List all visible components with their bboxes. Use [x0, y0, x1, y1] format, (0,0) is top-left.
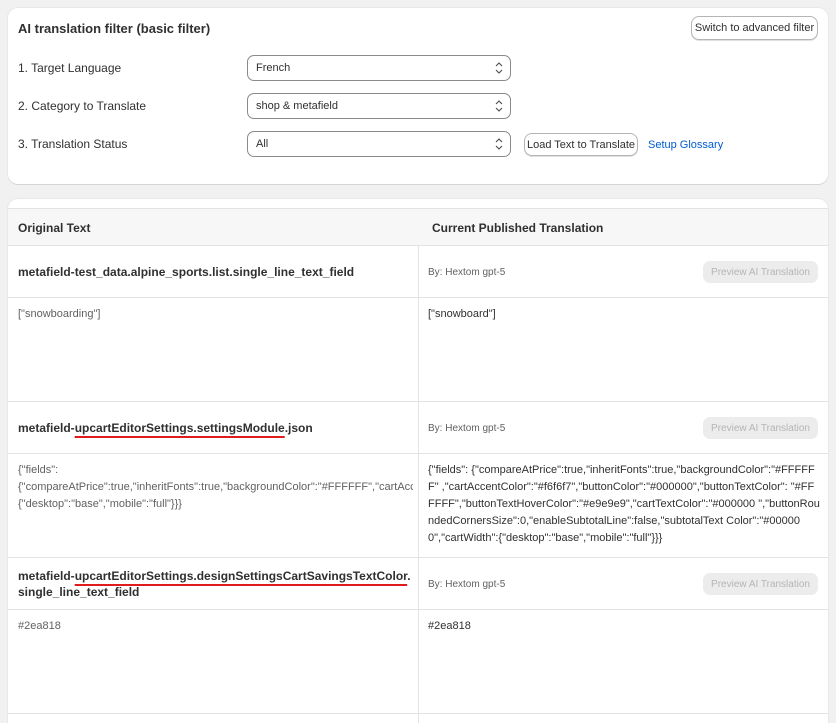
translation-source: By: Hextom gpt-5: [428, 579, 506, 590]
translation-status-select[interactable]: All: [247, 131, 511, 157]
translation-source: By: Hextom gpt-5: [428, 267, 506, 278]
translation-text[interactable]: {"fields": {"compareAtPrice":true,"inher…: [428, 462, 820, 556]
row-divider: [8, 401, 828, 402]
row-divider: [8, 297, 828, 298]
filter-title: AI translation filter (basic filter): [18, 21, 211, 36]
target-language-select[interactable]: French: [247, 55, 511, 81]
column-divider: [418, 246, 419, 723]
translation-table: Original Text Current Published Translat…: [8, 199, 828, 723]
row-divider: [8, 557, 828, 558]
select-chevron-icon: [495, 62, 503, 74]
setup-glossary-link[interactable]: Setup Glossary: [648, 139, 723, 151]
select-chevron-icon: [495, 138, 503, 150]
category-value: shop & metafield: [256, 100, 338, 112]
category-select[interactable]: shop & metafield: [247, 93, 511, 119]
select-chevron-icon: [495, 100, 503, 112]
filter-card: AI translation filter (basic filter) Swi…: [8, 8, 828, 184]
translation-source: By: Hextom gpt-5: [428, 423, 506, 434]
item-key: metafield-upcartEditorSettings.designSet…: [18, 569, 411, 599]
translation-status-label: 3. Translation Status: [18, 137, 128, 151]
item-key: metafield-upcartEditorSettings.settingsM…: [18, 421, 313, 435]
column-published-translation: Current Published Translation: [432, 221, 604, 235]
table-header: Original Text Current Published Translat…: [8, 208, 828, 246]
original-text: {"fields": {"compareAtPrice":true,"inher…: [18, 464, 413, 510]
category-label: 2. Category to Translate: [18, 99, 147, 113]
switch-advanced-filter-button[interactable]: Switch to advanced filter: [691, 16, 818, 40]
original-text: #2ea818: [18, 620, 61, 632]
preview-ai-translation-button[interactable]: Preview AI Translation: [703, 573, 818, 595]
preview-ai-translation-button[interactable]: Preview AI Translation: [703, 261, 818, 283]
preview-ai-translation-button[interactable]: Preview AI Translation: [703, 417, 818, 439]
row-divider: [8, 453, 828, 454]
translation-status-value: All: [256, 138, 269, 150]
load-text-button[interactable]: Load Text to Translate: [524, 133, 638, 156]
row-divider: [8, 609, 828, 610]
translation-text[interactable]: #2ea818: [428, 618, 820, 635]
item-key: metafield-test_data.alpine_sports.list.s…: [18, 265, 355, 279]
target-language-value: French: [256, 62, 291, 74]
target-language-label: 1. Target Language: [18, 61, 122, 75]
original-text: ["snowboarding"]: [18, 308, 101, 320]
column-original-text: Original Text: [18, 221, 91, 235]
row-divider: [8, 713, 828, 714]
translation-text[interactable]: ["snowboard"]: [428, 306, 820, 323]
